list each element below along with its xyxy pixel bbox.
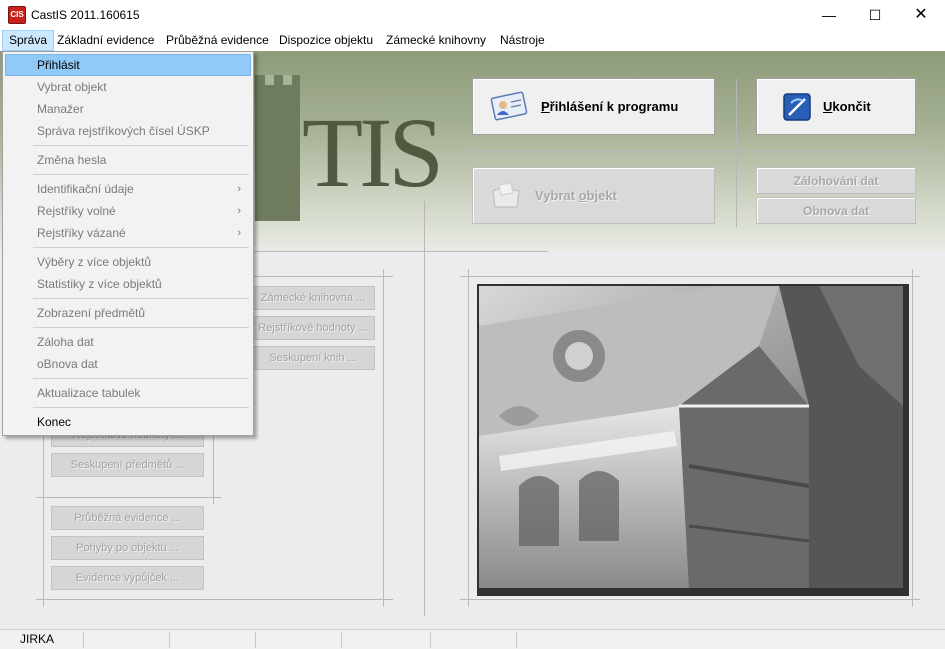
menu-separator (33, 378, 249, 379)
menu-item-vybrat-objekt[interactable]: Vybrat objekt (5, 76, 251, 98)
divider (36, 599, 393, 600)
status-user: JIRKA (0, 632, 84, 648)
menu-separator (33, 327, 249, 328)
divider (460, 599, 920, 600)
status-cell (256, 632, 342, 648)
menu-item-identifikacni-udaje[interactable]: Identifikační údaje › (5, 178, 251, 200)
menu-separator (33, 145, 249, 146)
divider (470, 151, 925, 152)
chevron-right-icon: › (237, 205, 241, 217)
castle-relief-photo (479, 286, 903, 588)
status-bar: JIRKA (0, 629, 945, 649)
window-title: CastIS 2011.160615 (31, 8, 140, 22)
menu-item-aktualizace-tabulek[interactable]: Aktualizace tabulek (5, 382, 251, 404)
menu-separator (33, 174, 249, 175)
quit-button[interactable]: Ukončit (756, 78, 916, 135)
menu-item-label: Rejstříky vázané (37, 226, 126, 240)
app-logo-icon[interactable]: CIS (8, 6, 26, 24)
menu-item-obnova-dat[interactable]: oBnova dat (5, 353, 251, 375)
divider (250, 251, 548, 252)
status-cell (84, 632, 170, 648)
menu-item-manazer[interactable]: Manažer (5, 98, 251, 120)
minimize-icon[interactable]: — (806, 0, 852, 30)
divider (912, 269, 913, 607)
divider (468, 269, 469, 607)
exit-icon (783, 92, 811, 121)
close-icon[interactable]: ✕ (898, 0, 944, 30)
menu-item-konec[interactable]: Konec (5, 411, 251, 433)
chevron-right-icon: › (237, 227, 241, 239)
item-groups-button[interactable]: Seskupení předmětů ... (51, 453, 204, 477)
restore-button[interactable]: Obnova dat (756, 197, 916, 224)
sprava-menu-dropdown: Přihlásit Vybrat objekt Manažer Správa r… (2, 51, 254, 436)
menu-nastroje[interactable]: Nástroje (494, 30, 551, 51)
menu-item-prihlasit[interactable]: Přihlásit (5, 54, 251, 76)
castle-tower-logo-icon (255, 75, 300, 221)
title-bar: CIS CastIS 2011.160615 — ☐ ✕ (0, 0, 945, 30)
app-logo-text: TIS (302, 97, 444, 208)
register-values-books-button[interactable]: Rejstříkové hodnoty ... (251, 316, 375, 340)
select-object-button-label: Vybrat objekt (535, 188, 617, 203)
menu-item-zmena-hesla[interactable]: Změna hesla (5, 149, 251, 171)
menu-zakladni-evidence[interactable]: Základní evidence (51, 30, 160, 51)
divider (36, 497, 221, 498)
divider (383, 269, 384, 607)
book-groups-button[interactable]: Seskupení knih ... (251, 346, 375, 370)
castle-library-button[interactable]: Zámecké knihovna ... (251, 286, 375, 310)
backup-button[interactable]: Zálohování dat (756, 167, 916, 194)
user-card-icon (490, 91, 528, 120)
status-cell (342, 632, 431, 648)
object-movements-button[interactable]: Pohyby po objektu ... (51, 536, 204, 560)
menu-item-rejstriky-volne[interactable]: Rejstříky volné › (5, 200, 251, 222)
menu-item-vybery-z-vice-objektu[interactable]: Výběry z více objektů (5, 251, 251, 273)
menu-sprava[interactable]: Správa (2, 30, 55, 51)
menu-zamecke-knihovny[interactable]: Zámecké knihovny (380, 30, 492, 51)
login-button-label: Přihlášení k programu (541, 99, 679, 114)
menu-item-rejstriky-vazane[interactable]: Rejstříky vázané › (5, 222, 251, 244)
status-cell (431, 632, 517, 648)
divider (424, 201, 425, 616)
menu-bar: Správa Základní evidence Průběžná eviden… (0, 30, 945, 51)
menu-item-label: Rejstříky volné (37, 204, 116, 218)
quit-button-label: Ukončit (823, 99, 871, 114)
backup-button-label: Zálohování dat (793, 173, 879, 188)
maximize-icon[interactable]: ☐ (852, 0, 898, 30)
menu-item-statistiky-z-vice-objektu[interactable]: Statistiky z více objektů (5, 273, 251, 295)
menu-item-zaloha-dat[interactable]: Záloha dat (5, 331, 251, 353)
divider (736, 79, 737, 227)
menu-prubezna-evidence[interactable]: Průběžná evidence (160, 30, 275, 51)
folder-icon (492, 181, 520, 208)
menu-separator (33, 407, 249, 408)
login-button[interactable]: Přihlášení k programu (472, 78, 715, 135)
menu-item-sprava-rejstrikovych-cisel[interactable]: Správa rejstříkových čísel ÚSKP (5, 120, 251, 142)
status-cell (170, 632, 256, 648)
menu-dispozice-objektu[interactable]: Dispozice objektu (273, 30, 379, 51)
loan-records-button[interactable]: Evidence výpůjček ... (51, 566, 204, 590)
menu-separator (33, 247, 249, 248)
select-object-button[interactable]: Vybrat objekt (472, 167, 715, 224)
restore-button-label: Obnova dat (802, 203, 869, 218)
ongoing-records-button[interactable]: Průběžná evidence ... (51, 506, 204, 530)
menu-separator (33, 298, 249, 299)
divider (460, 276, 920, 277)
chevron-right-icon: › (237, 183, 241, 195)
menu-item-label: Identifikační údaje (37, 182, 134, 196)
photo-frame (477, 284, 909, 596)
menu-item-zobrazeni-predmetu[interactable]: Zobrazení předmětů (5, 302, 251, 324)
